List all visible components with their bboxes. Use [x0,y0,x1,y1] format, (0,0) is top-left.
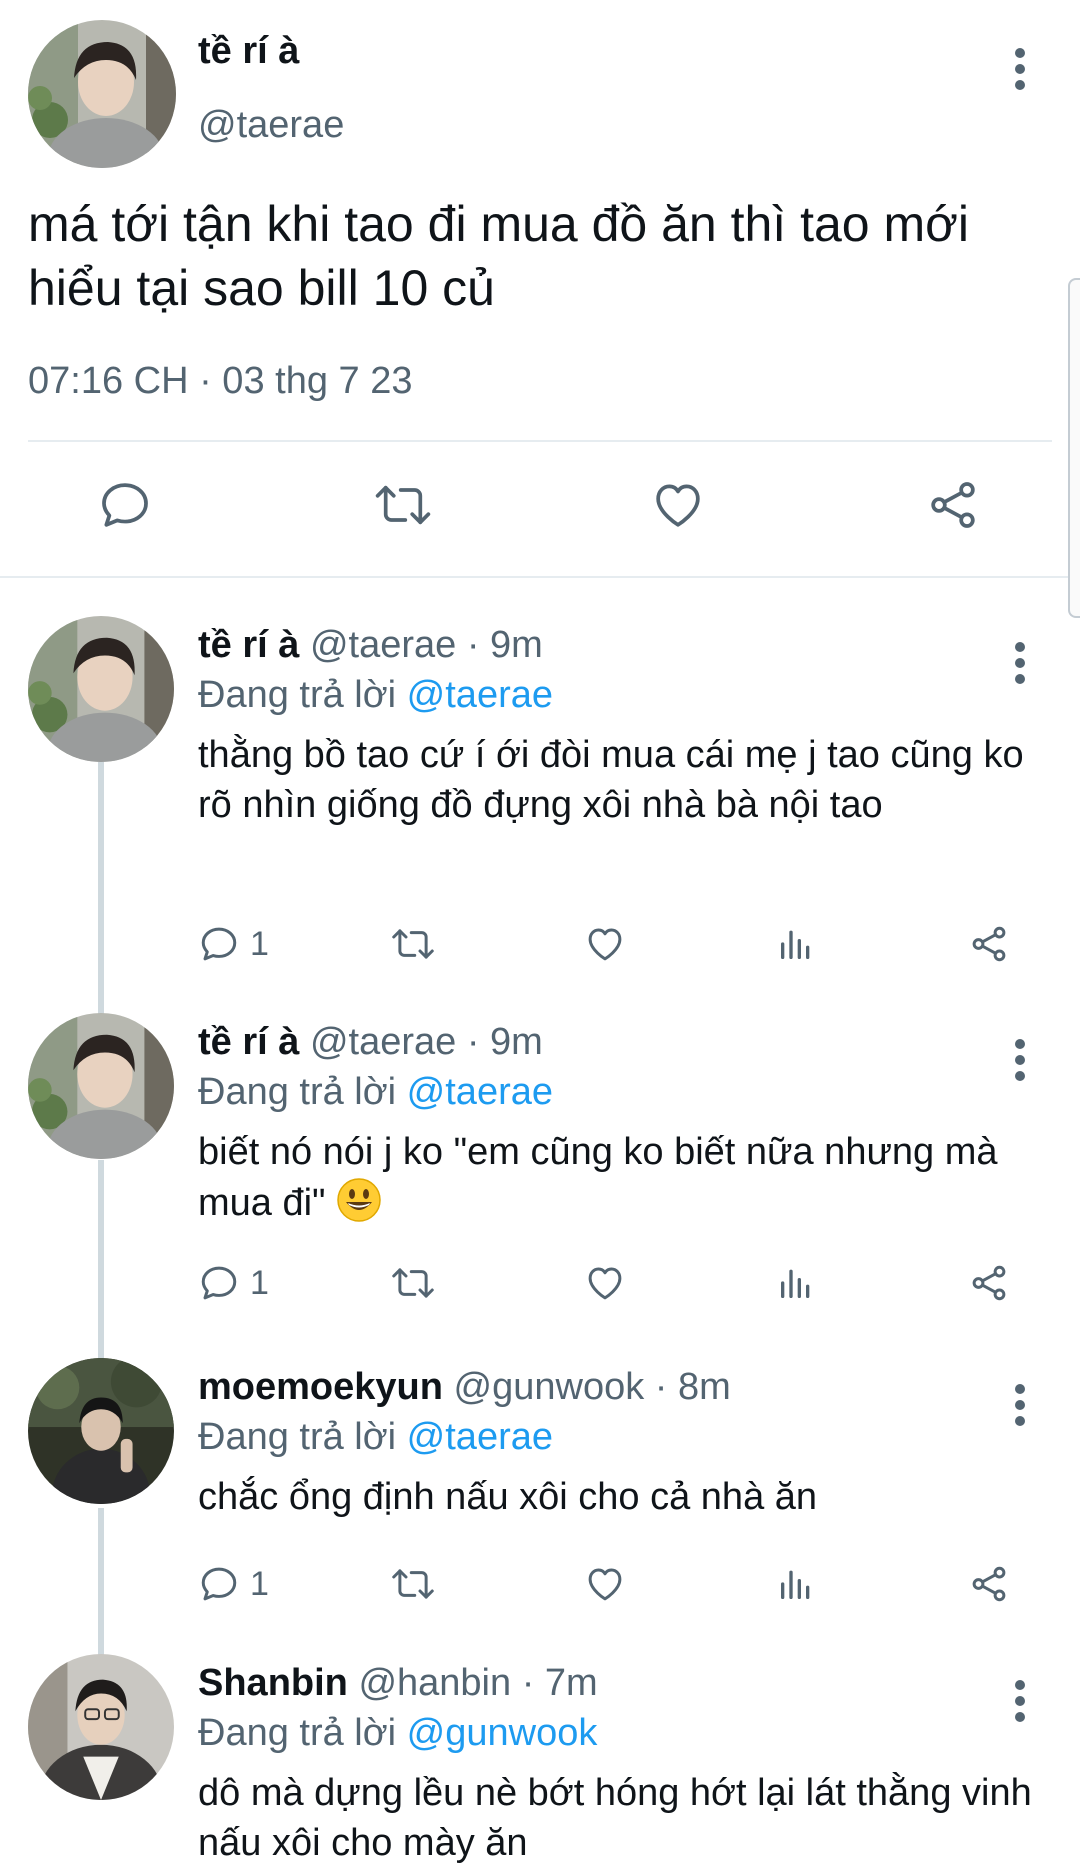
retweet-icon[interactable] [390,1253,436,1313]
user-handle[interactable]: @taerae [198,104,344,147]
reply-actions: 1 [0,1253,1080,1313]
replying-label: Đang trả lời [198,1712,407,1754]
reply-text-content: biết nó nói j ko "em cũng ko biết nữa nh… [198,1131,998,1224]
avatar[interactable] [28,1654,174,1800]
reply-count: 1 [250,1564,269,1603]
avatar[interactable] [28,1358,174,1504]
like-icon[interactable] [643,470,713,540]
more-options-icon[interactable] [1005,638,1035,688]
display-name[interactable]: tề rí à [198,30,299,73]
reply-tweet[interactable]: moemoekyun @gunwook · 8m Đang trả lời @t… [0,1358,1080,1648]
display-name[interactable]: tề rí à [198,624,299,666]
divider [0,576,1080,578]
share-icon[interactable] [918,470,988,540]
mention-link[interactable]: @gunwook [407,1712,598,1754]
reply-text: dô mà dựng lều nè bớt hóng hớt lại lát t… [198,1772,1032,1864]
replying-label: Đang trả lời [198,1071,407,1113]
handle-and-time: @taerae · 9m [299,1021,543,1063]
tweet-actions [0,470,1080,550]
reply-text: thằng bồ tao cứ í ới đòi mua cái mẹ j ta… [198,734,1024,826]
display-name[interactable]: Shanbin [198,1662,348,1704]
replying-label: Đang trả lời [198,1416,407,1458]
more-options-icon[interactable] [1005,1035,1035,1085]
display-name[interactable]: moemoekyun [198,1366,443,1408]
handle-and-time: @hanbin · 7m [347,1662,598,1704]
reply-icon [201,1567,237,1601]
replying-to: Đang trả lời @gunwook [198,1712,597,1755]
reply-tweet[interactable]: tề rí à @taerae · 9m Đang trả lời @taera… [0,1013,1080,1343]
handle-and-time: @taerae · 9m [299,624,543,666]
reply-button[interactable]: 1 [198,1253,269,1313]
reply-header: tề rí à @taerae · 9m [198,1021,543,1064]
reply-icon[interactable] [90,470,160,540]
reply-actions: 1 [0,914,1080,974]
reply-header: moemoekyun @gunwook · 8m [198,1366,731,1409]
more-options-icon[interactable] [1005,44,1035,94]
tweet-text: má tới tận khi tao đi mua đồ ăn thì tao … [28,196,970,316]
analytics-icon[interactable] [776,1554,816,1614]
analytics-icon[interactable] [776,1253,816,1313]
reply-button[interactable]: 1 [198,914,269,974]
reply-count: 1 [250,1263,269,1302]
handle-and-time: @gunwook · 8m [442,1366,731,1408]
mention-link[interactable]: @taerae [407,674,553,716]
avatar[interactable] [28,616,174,762]
share-icon[interactable] [968,1554,1010,1614]
reply-icon [201,927,237,961]
share-icon[interactable] [968,914,1010,974]
like-icon[interactable] [584,1554,626,1614]
replying-to: Đang trả lời @taerae [198,674,553,717]
avatar[interactable] [28,1013,174,1159]
display-name[interactable]: tề rí à [198,1021,299,1063]
reply-header: tề rí à @taerae · 9m [198,624,543,667]
reply-text: biết nó nói j ko "em cũng ko biết nữa nh… [198,1127,1048,1228]
replying-to: Đang trả lời @taerae [198,1416,553,1459]
more-options-icon[interactable] [1005,1380,1035,1430]
like-icon[interactable] [584,1253,626,1313]
reply-tweet[interactable]: Shanbin @hanbin · 7m Đang trả lời @gunwo… [0,1654,1080,1868]
retweet-icon[interactable] [390,1554,436,1614]
reply-button[interactable]: 1 [198,1554,269,1614]
analytics-icon[interactable] [776,914,816,974]
reply-header: Shanbin @hanbin · 7m [198,1662,598,1705]
divider [28,440,1052,442]
retweet-icon[interactable] [390,914,436,974]
more-options-icon[interactable] [1005,1676,1035,1726]
reply-icon [201,1266,237,1300]
replying-label: Đang trả lời [198,674,407,716]
reply-tweet[interactable]: tề rí à @taerae · 9m Đang trả lời @taera… [0,616,1080,996]
tweet-timestamp: 07:16 CH · 03 thg 7 23 [28,360,413,402]
share-icon[interactable] [968,1253,1010,1313]
main-tweet: tề rí à @taerae má tới tận khi tao đi mu… [0,0,1080,578]
grinning-face-emoji [336,1177,382,1223]
avatar[interactable] [28,20,176,168]
like-icon[interactable] [584,914,626,974]
mention-link[interactable]: @taerae [407,1416,553,1458]
scrollbar[interactable] [1068,278,1080,618]
retweet-icon[interactable] [368,470,438,540]
replying-to: Đang trả lời @taerae [198,1071,553,1114]
reply-text: chắc ổng định nấu xôi cho cả nhà ăn [198,1476,818,1518]
mention-link[interactable]: @taerae [407,1071,553,1113]
reply-actions: 1 [0,1554,1080,1614]
reply-count: 1 [250,924,269,963]
